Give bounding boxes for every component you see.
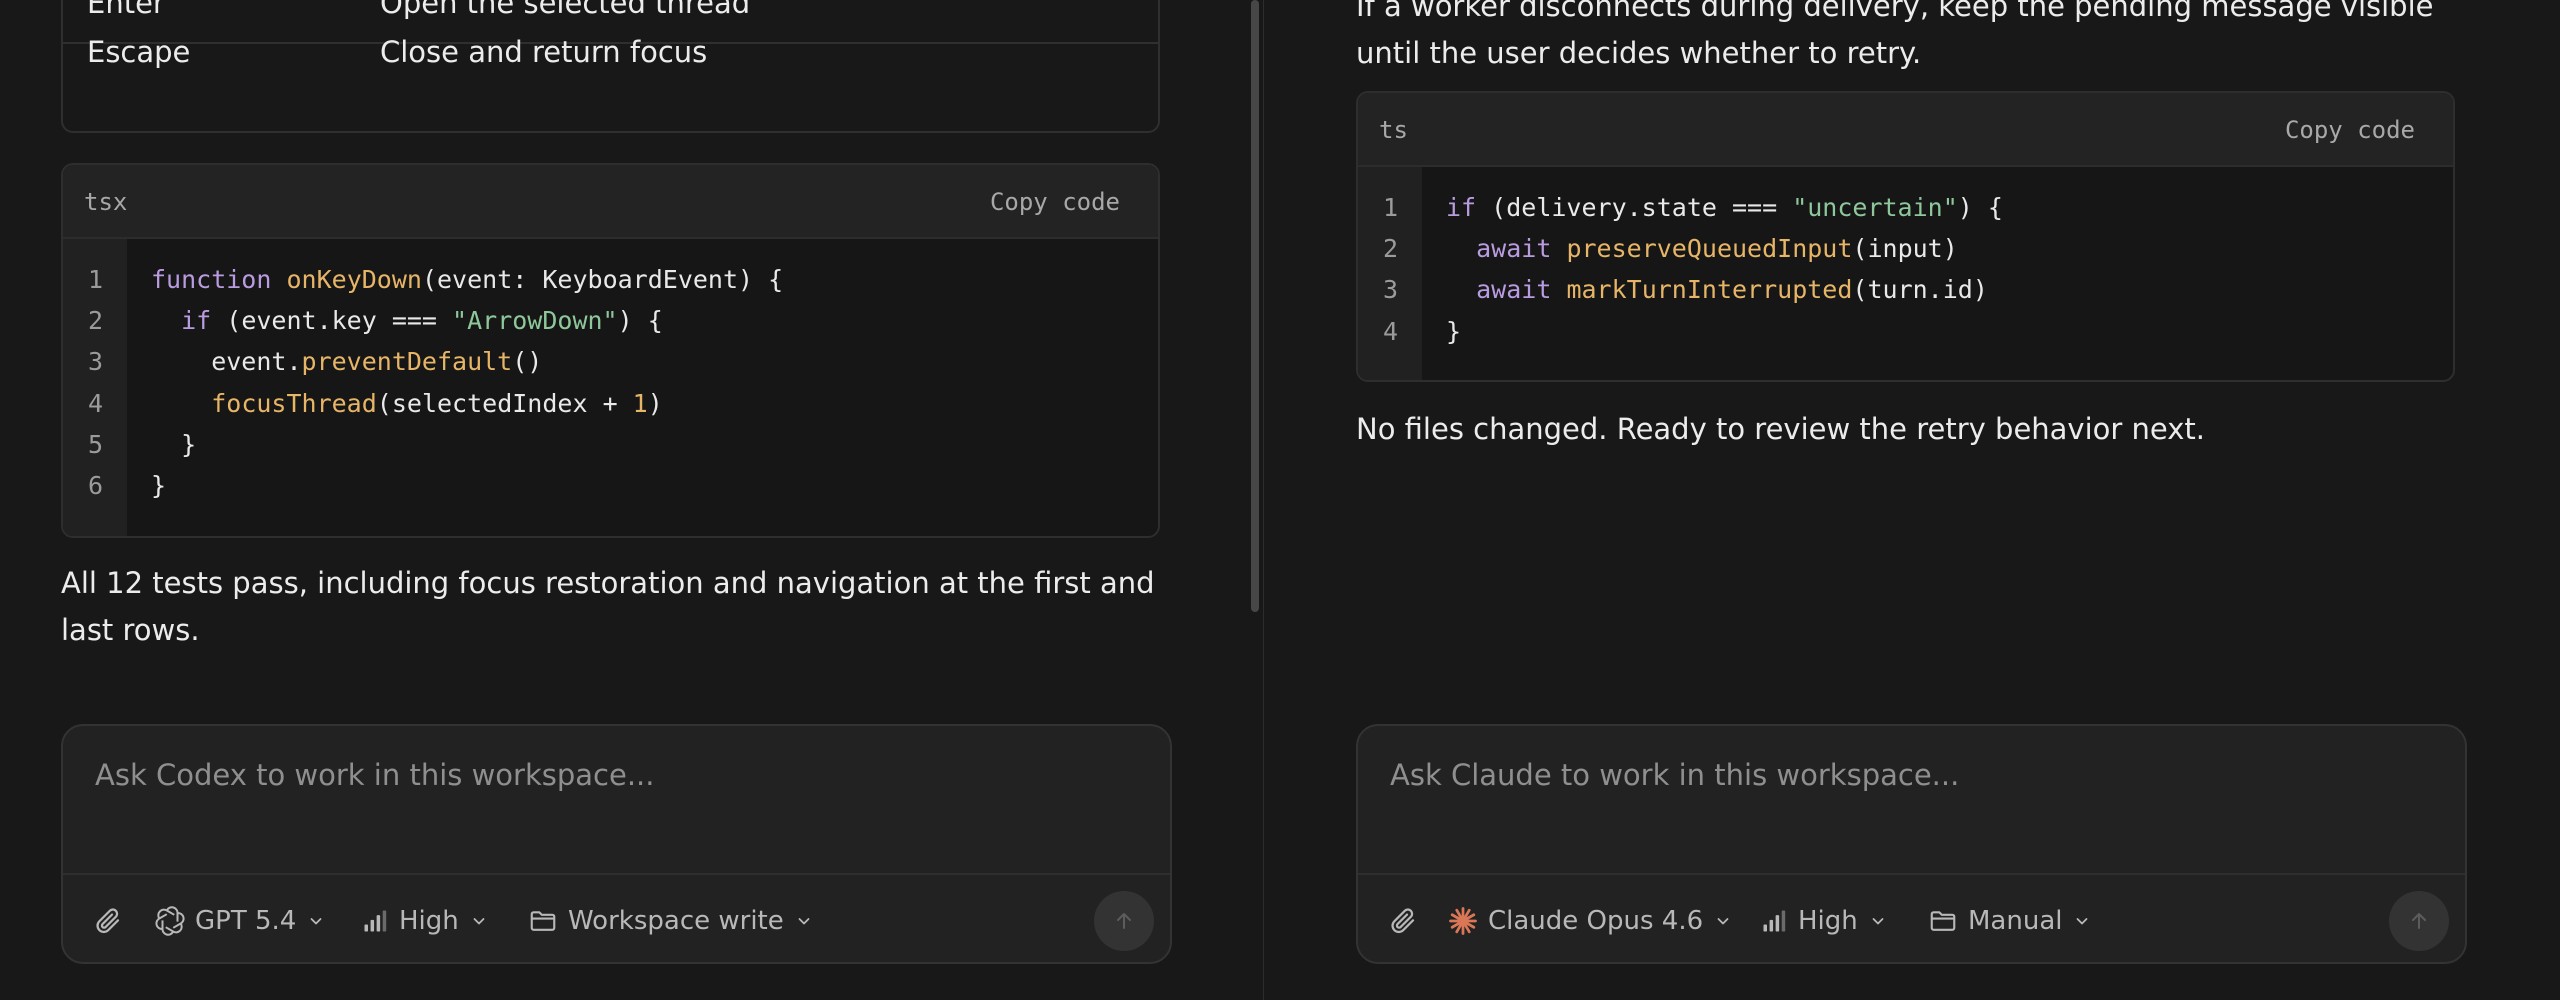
line-number-gutter: 1 2 3 4 5 6 <box>63 239 127 536</box>
model-selector[interactable]: Claude Opus 4.6 <box>1448 875 1731 962</box>
code-block-header: tsx Copy code <box>63 165 1158 239</box>
permission-selector[interactable]: Manual <box>1928 875 2090 962</box>
attach-button[interactable] <box>1388 875 1418 962</box>
summary-line: last rows. <box>61 613 200 647</box>
intro-line: until the user decides whether to retry. <box>1356 36 1922 70</box>
permission-selector[interactable]: Workspace write <box>528 875 812 962</box>
effort-selector[interactable]: High <box>1760 875 1886 962</box>
arrow-up-icon <box>1117 913 1131 929</box>
shortcut-key: Escape <box>87 35 191 69</box>
keyboard-shortcuts-table: Enter Open the selected thread Escape Cl… <box>61 0 1160 133</box>
pane-divider[interactable] <box>1263 0 1264 1000</box>
scrollbar-thumb[interactable] <box>1251 0 1259 612</box>
model-selector[interactable]: GPT 5.4 <box>155 875 324 962</box>
code-line: } <box>151 430 197 459</box>
paperclip-icon <box>96 907 120 933</box>
line-number: 5 <box>87 430 103 459</box>
code-block: tsx Copy code 1 2 3 4 5 6 function onKey… <box>61 163 1160 538</box>
signal-bars-icon <box>364 910 387 931</box>
message-input[interactable]: Ask Claude to work in this workspace... <box>1390 758 1959 792</box>
line-number: 3 <box>87 347 103 376</box>
chevron-down-icon <box>310 917 322 924</box>
status-message: No files changed. Ready to review the re… <box>1356 412 2206 446</box>
assistant-intro: If a worker disconnects during delivery,… <box>1356 0 2434 77</box>
send-button[interactable] <box>2389 891 2449 951</box>
code-line: await preserveQueuedInput(input) <box>1476 234 1958 263</box>
composer-toolbar: Claude Opus 4.6 High Manual <box>1358 875 2465 962</box>
effort-label: High <box>399 905 459 936</box>
claude-logo-icon <box>1449 906 1477 935</box>
line-number: 4 <box>87 389 103 418</box>
composer-toolbar: GPT 5.4 High Workspace write <box>63 875 1170 962</box>
line-number: 1 <box>1382 193 1398 222</box>
permission-label: Workspace write <box>568 905 784 936</box>
line-number-gutter: 1 2 3 4 <box>1358 167 1422 380</box>
line-number: 1 <box>87 265 103 294</box>
code-line: event.preventDefault() <box>151 347 543 376</box>
composer: Ask Codex to work in this workspace... G… <box>61 724 1172 964</box>
attach-button[interactable] <box>93 875 123 962</box>
composer: Ask Claude to work in this workspace... <box>1356 724 2467 964</box>
code-line: focusThread(selectedIndex + 1) <box>211 389 663 418</box>
line-number: 2 <box>1382 234 1398 263</box>
code-line: } <box>151 471 167 500</box>
code-line: if (delivery.state === "uncertain") { <box>1446 193 2003 222</box>
codex-pane: Enter Open the selected thread Escape Cl… <box>0 0 1263 1000</box>
summary-line: All 12 tests pass, including focus resto… <box>61 566 1155 600</box>
openai-logo-icon <box>155 905 185 936</box>
code-line: } <box>1446 317 1462 346</box>
line-number: 2 <box>87 306 103 335</box>
arrow-up-icon <box>2412 913 2426 929</box>
code-language-label: ts <box>1379 116 1408 144</box>
effort-label: High <box>1798 905 1858 936</box>
message-input[interactable]: Ask Codex to work in this workspace... <box>95 758 655 792</box>
intro-line: If a worker disconnects during delivery,… <box>1356 0 2434 23</box>
permission-label: Manual <box>1968 905 2063 936</box>
paperclip-icon <box>1391 907 1415 933</box>
chevron-down-icon <box>1872 917 1884 924</box>
model-label: Claude Opus 4.6 <box>1488 905 1704 936</box>
effort-selector[interactable]: High <box>361 875 487 962</box>
send-button[interactable] <box>1094 891 1154 951</box>
code-line: if (event.key === "ArrowDown") { <box>181 306 663 335</box>
chevron-down-icon <box>473 917 485 924</box>
signal-bars-icon <box>1763 910 1786 931</box>
code-language-label: tsx <box>84 188 128 216</box>
line-number: 4 <box>1382 317 1398 346</box>
assistant-summary: All 12 tests pass, including focus resto… <box>61 560 1155 654</box>
folder-icon <box>530 910 556 931</box>
code-line: function onKeyDown(event: KeyboardEvent)… <box>151 265 784 294</box>
copy-code-button[interactable]: Copy code <box>2285 93 2415 167</box>
chevron-down-icon <box>2077 917 2088 924</box>
model-label: GPT 5.4 <box>195 905 297 936</box>
code-block: ts Copy code 1 2 3 4 if (delivery.state … <box>1356 91 2455 382</box>
line-number: 6 <box>87 471 103 500</box>
line-number: 3 <box>1382 275 1398 304</box>
shortcut-action: Close and return focus <box>380 35 708 69</box>
chevron-down-icon <box>798 917 810 924</box>
chevron-down-icon <box>1717 917 1729 924</box>
code-line: await markTurnInterrupted(turn.id) <box>1476 275 1988 304</box>
folder-icon <box>1930 910 1956 931</box>
code-block-header: ts Copy code <box>1358 93 2453 167</box>
copy-code-button[interactable]: Copy code <box>990 165 1120 239</box>
table-row: Escape Close and return focus <box>63 11 1158 93</box>
